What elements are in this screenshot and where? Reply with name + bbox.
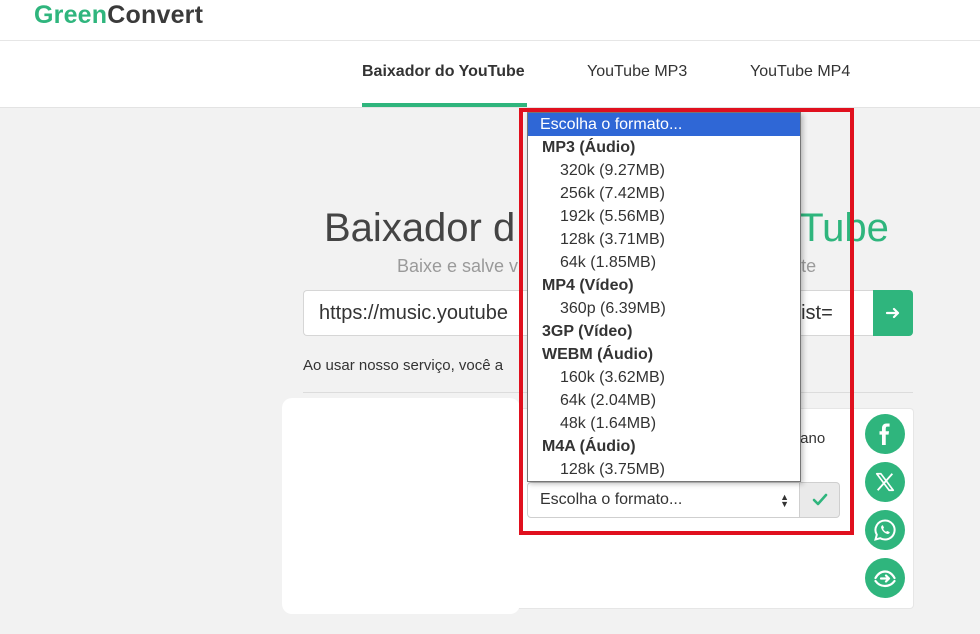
arrow-right-icon (885, 307, 900, 319)
tab-youtube-mp3[interactable]: YouTube MP3 (587, 63, 687, 81)
tab-youtube-downloader[interactable]: Baixador do YouTube (362, 63, 525, 81)
more-share-button[interactable] (865, 558, 905, 598)
share-icon (874, 570, 896, 588)
whatsapp-icon (874, 519, 896, 541)
page-title-left: Baixador d (324, 206, 516, 250)
x-icon (875, 472, 895, 492)
facebook-icon (879, 423, 890, 445)
annotation-highlight-box (519, 108, 854, 535)
active-tab-indicator (362, 103, 527, 107)
logo[interactable]: GreenConvert (34, 0, 203, 30)
thumbnail-placeholder (282, 398, 520, 614)
facebook-share-button[interactable] (865, 414, 905, 454)
terms-notice: Ao usar nosso serviço, você a (303, 357, 504, 374)
logo-green-part: Green (34, 1, 108, 29)
submit-url-button[interactable] (873, 290, 913, 336)
nav-bar: Baixador do YouTube YouTube MP3 YouTube … (0, 41, 980, 108)
tab-youtube-mp4[interactable]: YouTube MP4 (750, 63, 850, 81)
whatsapp-share-button[interactable] (865, 510, 905, 550)
url-input-value-left: https://music.youtube (319, 302, 508, 324)
x-share-button[interactable] (865, 462, 905, 502)
page-subtitle-left: Baixe e salve v (397, 256, 519, 276)
logo-convert-part: Convert (107, 1, 204, 29)
top-header: GreenConvert (0, 0, 980, 41)
